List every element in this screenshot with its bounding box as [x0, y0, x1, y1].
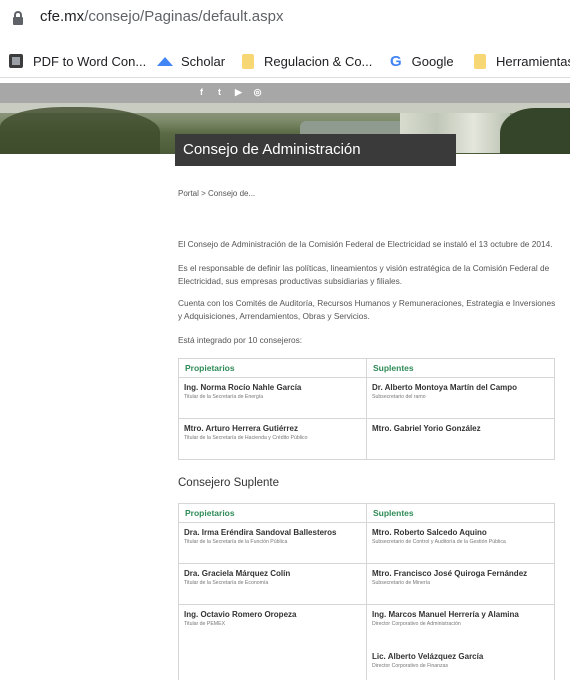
member-cell: Mtro. Arturo Herrera Gutiérrez Titular d…	[178, 418, 367, 460]
member-cell: Mtro. Gabriel Yorio González	[366, 418, 555, 460]
member-name: Mtro. Arturo Herrera Gutiérrez	[184, 424, 298, 433]
member-cell: Mtro. Roberto Salcedo Aquino Subsecretar…	[366, 522, 555, 564]
address-bar[interactable]: cfe.mx/consejo/Paginas/default.aspx	[0, 0, 570, 38]
member-name: Dra. Graciela Márquez Colín	[184, 569, 291, 578]
url-path: /consejo/Paginas/default.aspx	[84, 8, 284, 25]
member-cell: Ing. Marcos Manuel Herrería y Alamina Di…	[366, 604, 555, 680]
member-role: Subsecretario de Control y Auditoría de …	[372, 539, 506, 545]
breadcrumb[interactable]: Portal > Consejo de...	[178, 189, 255, 198]
folder-icon	[242, 53, 254, 69]
member-role: Titular de la Secretaría de Hacienda y C…	[184, 435, 308, 441]
lock-icon[interactable]	[13, 11, 23, 25]
folder-icon	[474, 53, 486, 69]
scholar-icon	[157, 56, 173, 66]
member-role: Titular de la Secretaría de la Función P…	[184, 539, 288, 545]
pdf-icon	[9, 54, 23, 68]
responsibility-paragraph: Es el responsable de definir las polític…	[178, 263, 550, 286]
page-title: Consejo de Administración	[175, 134, 456, 166]
member-role: Titular de la Secretaría de Energía	[184, 394, 264, 400]
table-row: Dra. Irma Eréndira Sandoval Ballesteros …	[178, 522, 555, 564]
member-role: Titular de la Secretaría de Economía	[184, 580, 269, 586]
bookmark-google[interactable]: G Google	[390, 51, 454, 71]
header-propietarios: Propietarios	[178, 358, 367, 378]
member-name: Ing. Octavio Romero Oropeza	[184, 610, 297, 619]
member-name: Ing. Marcos Manuel Herrería y Alamina	[372, 610, 519, 619]
member-role: Subsecretario del ramo	[372, 394, 426, 400]
header-suplentes: Suplentes	[366, 503, 555, 523]
member-name: Dra. Irma Eréndira Sandoval Ballesteros	[184, 528, 337, 537]
substitute-council-table: Propietarios Suplentes Dra. Irma Eréndir…	[178, 503, 555, 680]
url-text[interactable]: cfe.mx/consejo/Paginas/default.aspx	[40, 8, 284, 25]
member-cell: Dra. Irma Eréndira Sandoval Ballesteros …	[178, 522, 367, 564]
table-row: Ing. Norma Rocío Nahle García Titular de…	[178, 377, 555, 419]
member-cell: Dra. Graciela Márquez Colín Titular de l…	[178, 563, 367, 605]
member-cell: Ing. Norma Rocío Nahle García Titular de…	[178, 377, 367, 419]
bookmark-label: Regulacion & Co...	[264, 53, 373, 69]
bookmark-label: Herramientas	[496, 53, 570, 69]
header-suplentes: Suplentes	[366, 358, 555, 378]
bookmark-scholar[interactable]: Scholar	[157, 51, 225, 71]
committees-paragraph: Cuenta con los Comités de Auditoría, Rec…	[178, 298, 556, 321]
member-name: Mtro. Gabriel Yorio González	[372, 424, 481, 433]
member-role: Director Corporativo de Administración	[372, 621, 461, 627]
member-name: Dr. Alberto Montoya Martín del Campo	[372, 383, 518, 392]
header-propietarios: Propietarios	[178, 503, 367, 523]
member-cell: Dr. Alberto Montoya Martín del Campo Sub…	[366, 377, 555, 419]
bookmarks-bar: PDF to Word Con... Scholar Regulacion & …	[0, 42, 570, 78]
member-name: Lic. Alberto Velázquez García	[372, 652, 484, 661]
member-cell: Mtro. Francisco José Quiroga Fernández S…	[366, 563, 555, 605]
url-domain: cfe.mx	[40, 8, 85, 25]
members-count-paragraph: Está integrado por 10 consejeros:	[178, 335, 303, 345]
council-table: Propietarios Suplentes Ing. Norma Rocío …	[178, 358, 555, 460]
instagram-icon[interactable]: ◎	[252, 87, 263, 98]
facebook-icon[interactable]: f	[196, 87, 207, 98]
bookmark-label: Google	[411, 53, 454, 69]
bookmark-pdf-to-word[interactable]: PDF to Word Con...	[9, 51, 146, 71]
member-role: Subsecretario de Minería	[372, 580, 430, 586]
member-role: Titular de PEMEX	[184, 621, 226, 627]
bookmark-herramientas[interactable]: Herramientas	[474, 51, 570, 71]
member-role: Director Corporativo de Finanzas	[372, 663, 449, 669]
bookmark-label: PDF to Word Con...	[33, 53, 147, 69]
table-row: Dra. Graciela Márquez Colín Titular de l…	[178, 563, 555, 605]
google-icon: G	[390, 52, 402, 70]
table-row: Ing. Octavio Romero Oropeza Titular de P…	[178, 604, 555, 680]
bookmark-label: Scholar	[181, 53, 226, 69]
member-name: Mtro. Roberto Salcedo Aquino	[372, 528, 487, 537]
twitter-icon[interactable]: t	[214, 87, 225, 98]
member-name: Mtro. Francisco José Quiroga Fernández	[372, 569, 528, 578]
member-name: Ing. Norma Rocío Nahle García	[184, 383, 302, 392]
member-cell: Ing. Octavio Romero Oropeza Titular de P…	[178, 604, 367, 680]
bookmark-regulacion[interactable]: Regulacion & Co...	[242, 51, 372, 71]
intro-paragraph: El Consejo de Administración de la Comis…	[178, 239, 553, 249]
social-bar: f t ▶ ◎	[0, 83, 570, 103]
table-row: Mtro. Arturo Herrera Gutiérrez Titular d…	[178, 418, 555, 460]
youtube-icon[interactable]: ▶	[233, 87, 244, 98]
section-heading: Consejero Suplente	[178, 477, 280, 489]
